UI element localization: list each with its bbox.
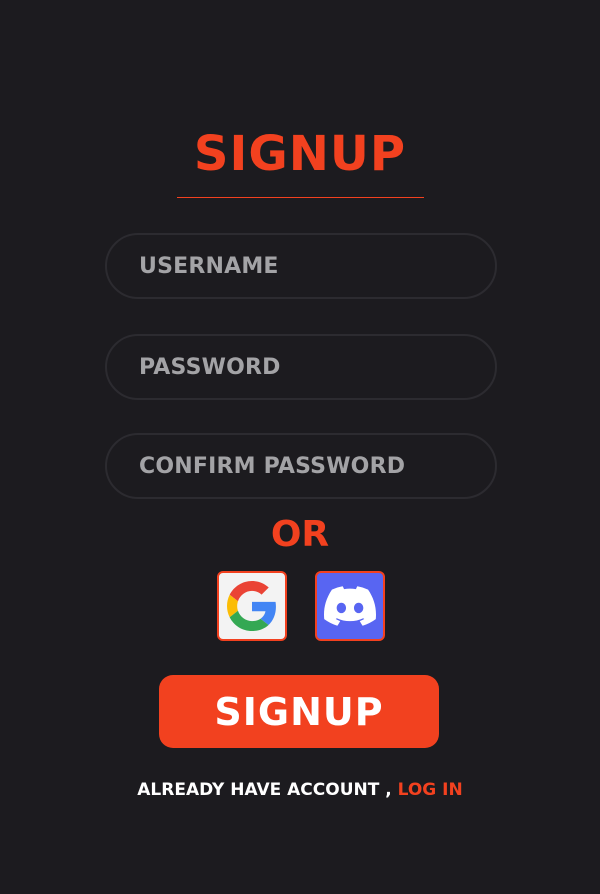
username-field — [105, 233, 497, 299]
confirm-password-field — [105, 433, 497, 499]
page-title: SIGNUP — [193, 126, 407, 182]
google-signup-button[interactable] — [217, 571, 287, 641]
login-prompt: ALREADY HAVE ACCOUNT , LOG IN — [0, 778, 600, 802]
confirm-password-input[interactable] — [139, 435, 479, 497]
login-prompt-text: ALREADY HAVE ACCOUNT , — [137, 780, 398, 800]
or-divider: OR — [270, 514, 330, 555]
signup-page: SIGNUP OR SIGNUP ALREADY HAVE ACCOUNT , … — [0, 0, 600, 894]
login-link[interactable]: LOG IN — [398, 780, 463, 800]
title-underline — [177, 197, 424, 198]
password-field — [105, 334, 497, 400]
google-icon — [227, 581, 276, 631]
discord-signup-button[interactable] — [315, 571, 385, 641]
signup-button[interactable]: SIGNUP — [159, 675, 439, 748]
discord-icon — [324, 586, 376, 626]
password-input[interactable] — [139, 336, 479, 398]
username-input[interactable] — [139, 235, 479, 297]
